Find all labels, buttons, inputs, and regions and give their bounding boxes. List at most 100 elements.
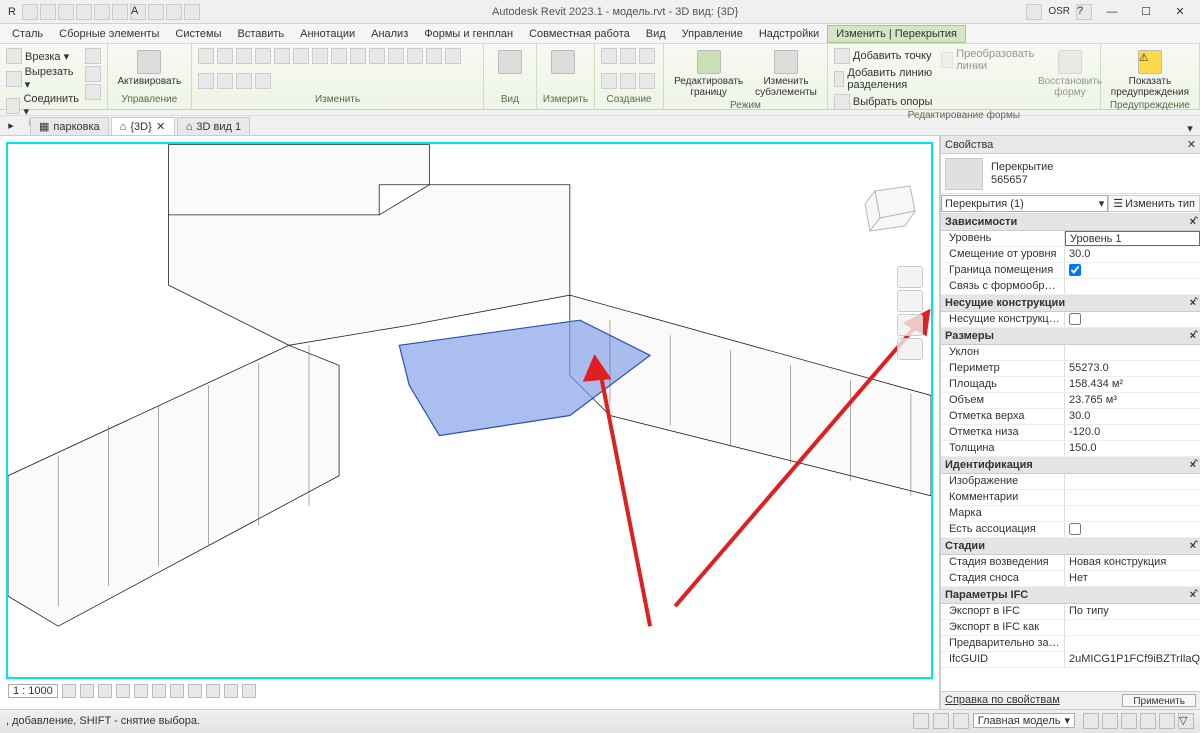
prop-row[interactable]: Связь с формообразующим... (941, 279, 1200, 295)
prop-section-header[interactable]: Стадии×̂ (941, 538, 1200, 555)
view-scale[interactable]: 1 : 1000 (8, 684, 58, 698)
instance-filter-combo[interactable]: Перекрытия (1)▾ (941, 195, 1108, 212)
save-icon[interactable] (40, 4, 56, 20)
mirror-icon[interactable] (236, 48, 252, 64)
detail-level-icon[interactable] (62, 684, 76, 698)
prop-value[interactable]: По типу (1065, 604, 1200, 619)
prop-value[interactable]: 158.434 м² (1065, 377, 1200, 392)
switch-window-icon[interactable] (184, 4, 200, 20)
prop-row[interactable]: Стадия сносаНет (941, 571, 1200, 587)
drag-elements-icon[interactable] (1159, 713, 1175, 729)
restore-form-button[interactable]: Восстановить форму (1046, 48, 1094, 100)
prop-row[interactable]: Периметр55273.0 (941, 361, 1200, 377)
prop-row[interactable]: Есть ассоциация (941, 522, 1200, 538)
tab-view[interactable]: Вид (638, 26, 674, 42)
prop-value[interactable] (1065, 345, 1200, 360)
mod13-icon[interactable] (426, 48, 442, 64)
prop-checkbox[interactable] (1069, 523, 1081, 535)
zoom-icon[interactable] (897, 314, 923, 336)
cope-button[interactable]: Врезка ▾ (6, 48, 81, 64)
prop-value[interactable]: Нет (1065, 571, 1200, 586)
split-icon[interactable] (331, 48, 347, 64)
info-center-icon[interactable] (1026, 4, 1042, 20)
selected-floor[interactable] (399, 320, 650, 435)
tab-modify-floors[interactable]: Изменить | Перекрытия (827, 25, 966, 43)
crop-view-icon[interactable] (152, 684, 166, 698)
prop-row[interactable]: Отметка низа-120.0 (941, 425, 1200, 441)
views-dropdown-icon[interactable]: ▾ (1180, 122, 1200, 135)
create5-icon[interactable] (620, 73, 636, 89)
select-face-icon[interactable] (1140, 713, 1156, 729)
properties-help-link[interactable]: Справка по свойствам (945, 694, 1060, 707)
pick-supports-button[interactable]: Выбрать опоры (834, 94, 937, 110)
mod17-icon[interactable] (236, 73, 252, 89)
prop-row[interactable]: Отметка верха30.0 (941, 409, 1200, 425)
view-tab-3d[interactable]: ⌂{3D}✕ (111, 117, 175, 135)
create2-icon[interactable] (620, 48, 636, 64)
viewport[interactable]: Временное скрытие/изоляция (0, 136, 940, 709)
prop-checkbox[interactable] (1069, 264, 1081, 276)
move-icon[interactable] (255, 48, 271, 64)
project-browser-toggle[interactable]: ▸ (0, 115, 22, 135)
properties-close-icon[interactable]: ✕ (1187, 138, 1196, 151)
prop-row[interactable]: Экспорт в IFCПо типу (941, 604, 1200, 620)
workset-icon[interactable] (913, 713, 929, 729)
prop-row[interactable]: IfcGUID2uMICG1P1FCf9iBZTrIlaQ (941, 652, 1200, 668)
view-tab-3dview1[interactable]: ⌂3D вид 1 (177, 117, 250, 135)
maximize-button[interactable]: ☐ (1132, 3, 1160, 21)
prop-checkbox[interactable] (1069, 313, 1081, 325)
steering-wheel-icon[interactable] (897, 266, 923, 288)
edit-type-button[interactable]: ☰Изменить тип (1108, 195, 1200, 212)
prop-value[interactable]: 23.765 м³ (1065, 393, 1200, 408)
close-tab-icon[interactable]: ✕ (156, 122, 166, 132)
convert-lines-button[interactable]: Преобразовать линии (941, 48, 1038, 72)
prop-value[interactable] (1065, 490, 1200, 505)
geom-tool2-icon[interactable] (85, 66, 101, 82)
prop-value[interactable]: 150.0 (1065, 441, 1200, 456)
tab-systems[interactable]: Системы (167, 26, 229, 42)
prop-value[interactable]: Новая конструкция (1065, 555, 1200, 570)
select-pinned-icon[interactable] (1121, 713, 1137, 729)
edit-sub-button[interactable]: Изменить субэлементы (751, 48, 821, 100)
tab-precast[interactable]: Сборные элементы (51, 26, 167, 42)
prop-row[interactable]: Граница помещения (941, 263, 1200, 279)
prop-row[interactable]: Несущие конструкции (941, 312, 1200, 328)
tab-collab[interactable]: Совместная работа (521, 26, 638, 42)
delete-icon[interactable] (407, 48, 423, 64)
prop-value[interactable] (1065, 506, 1200, 521)
mod16-icon[interactable] (217, 73, 233, 89)
prop-value[interactable] (1065, 636, 1200, 651)
create4-icon[interactable] (601, 73, 617, 89)
trim-icon[interactable] (312, 48, 328, 64)
type-selector[interactable]: Перекрытие 565657 (941, 154, 1200, 194)
design-options-icon[interactable] (953, 713, 969, 729)
align-icon[interactable] (198, 48, 214, 64)
close-hidden-icon[interactable] (166, 4, 182, 20)
prop-row[interactable]: Предварительно заданный т... (941, 636, 1200, 652)
prop-row[interactable]: Изображение (941, 474, 1200, 490)
prop-row[interactable]: Толщина150.0 (941, 441, 1200, 457)
prop-row[interactable]: Марка (941, 506, 1200, 522)
tab-analyze[interactable]: Анализ (363, 26, 416, 42)
prop-section-header[interactable]: Размеры×̂ (941, 328, 1200, 345)
help-icon[interactable]: ? (1076, 4, 1092, 20)
reveal-hidden-icon[interactable] (224, 684, 238, 698)
activate-button[interactable]: Активировать (114, 48, 186, 89)
tab-manage[interactable]: Управление (674, 26, 751, 42)
prop-section-header[interactable]: Зависимости×̂ (941, 214, 1200, 231)
prop-value[interactable]: Уровень 1 (1065, 231, 1200, 246)
print-icon[interactable] (94, 4, 110, 20)
tab-massing[interactable]: Формы и генплан (416, 26, 521, 42)
revit-app-icon[interactable]: R (4, 4, 20, 20)
prop-value[interactable] (1065, 474, 1200, 489)
prop-row[interactable]: Площадь158.434 м² (941, 377, 1200, 393)
offset-icon[interactable] (217, 48, 233, 64)
copy-icon[interactable] (274, 48, 290, 64)
prop-row[interactable]: Стадия возведенияНовая конструкция (941, 555, 1200, 571)
cut-button[interactable]: Вырезать ▾ (6, 66, 81, 91)
orbit-icon[interactable] (897, 338, 923, 360)
close-button[interactable]: ✕ (1166, 3, 1194, 21)
lock-3d-icon[interactable] (188, 684, 202, 698)
prop-section-header[interactable]: Идентификация×̂ (941, 457, 1200, 474)
prop-value[interactable] (1065, 620, 1200, 635)
